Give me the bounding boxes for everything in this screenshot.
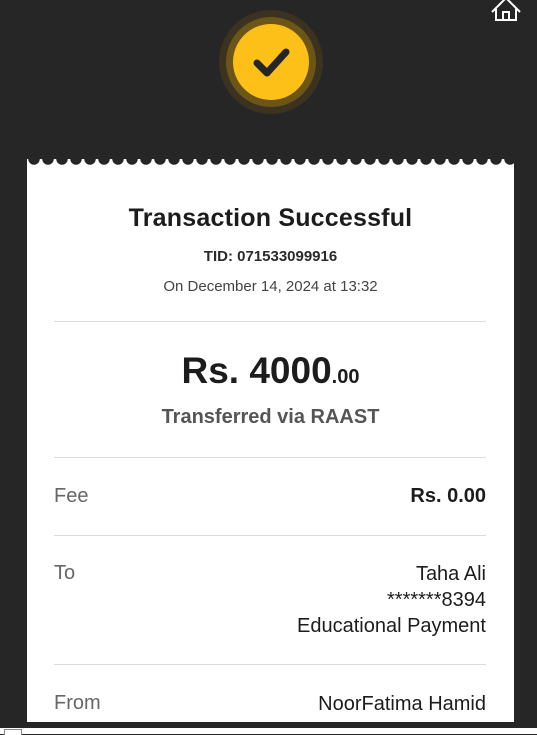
divider [54, 457, 486, 458]
from-label: From [54, 692, 101, 714]
amount-main: Rs. 4000 [181, 350, 332, 391]
fee-label: Fee [54, 485, 89, 507]
checkmark-icon [253, 48, 290, 77]
divider [54, 535, 486, 536]
transfer-method: Transferred via RAAST [161, 406, 380, 428]
bottom-edge [0, 728, 537, 734]
recipient-account: *******8394 [387, 589, 486, 611]
fee-value: Rs. 0.00 [410, 485, 486, 507]
sender-name: NoorFatima Hamid [318, 693, 486, 715]
transaction-amount: Rs. 4000.00 [27, 350, 514, 392]
transaction-date: On December 14, 2024 at 13:32 [163, 278, 378, 295]
transaction-title: Transaction Successful [128, 204, 413, 232]
payment-purpose: Educational Payment [296, 615, 486, 637]
divider [54, 321, 486, 322]
divider [54, 664, 486, 665]
home-button[interactable] [489, 0, 523, 22]
receipt-scalloped-edge [27, 159, 514, 173]
amount-decimal: .00 [331, 366, 360, 388]
recipient-name: Taha Ali [415, 563, 486, 585]
home-icon [491, 0, 521, 21]
to-label: To [54, 562, 76, 584]
success-indicator [219, 10, 323, 114]
recipient-details: Taha Ali *******8394 Educational Payment [297, 561, 486, 639]
transaction-id: TID: 071533099916 [203, 248, 338, 265]
bottom-edge-box [4, 729, 22, 735]
